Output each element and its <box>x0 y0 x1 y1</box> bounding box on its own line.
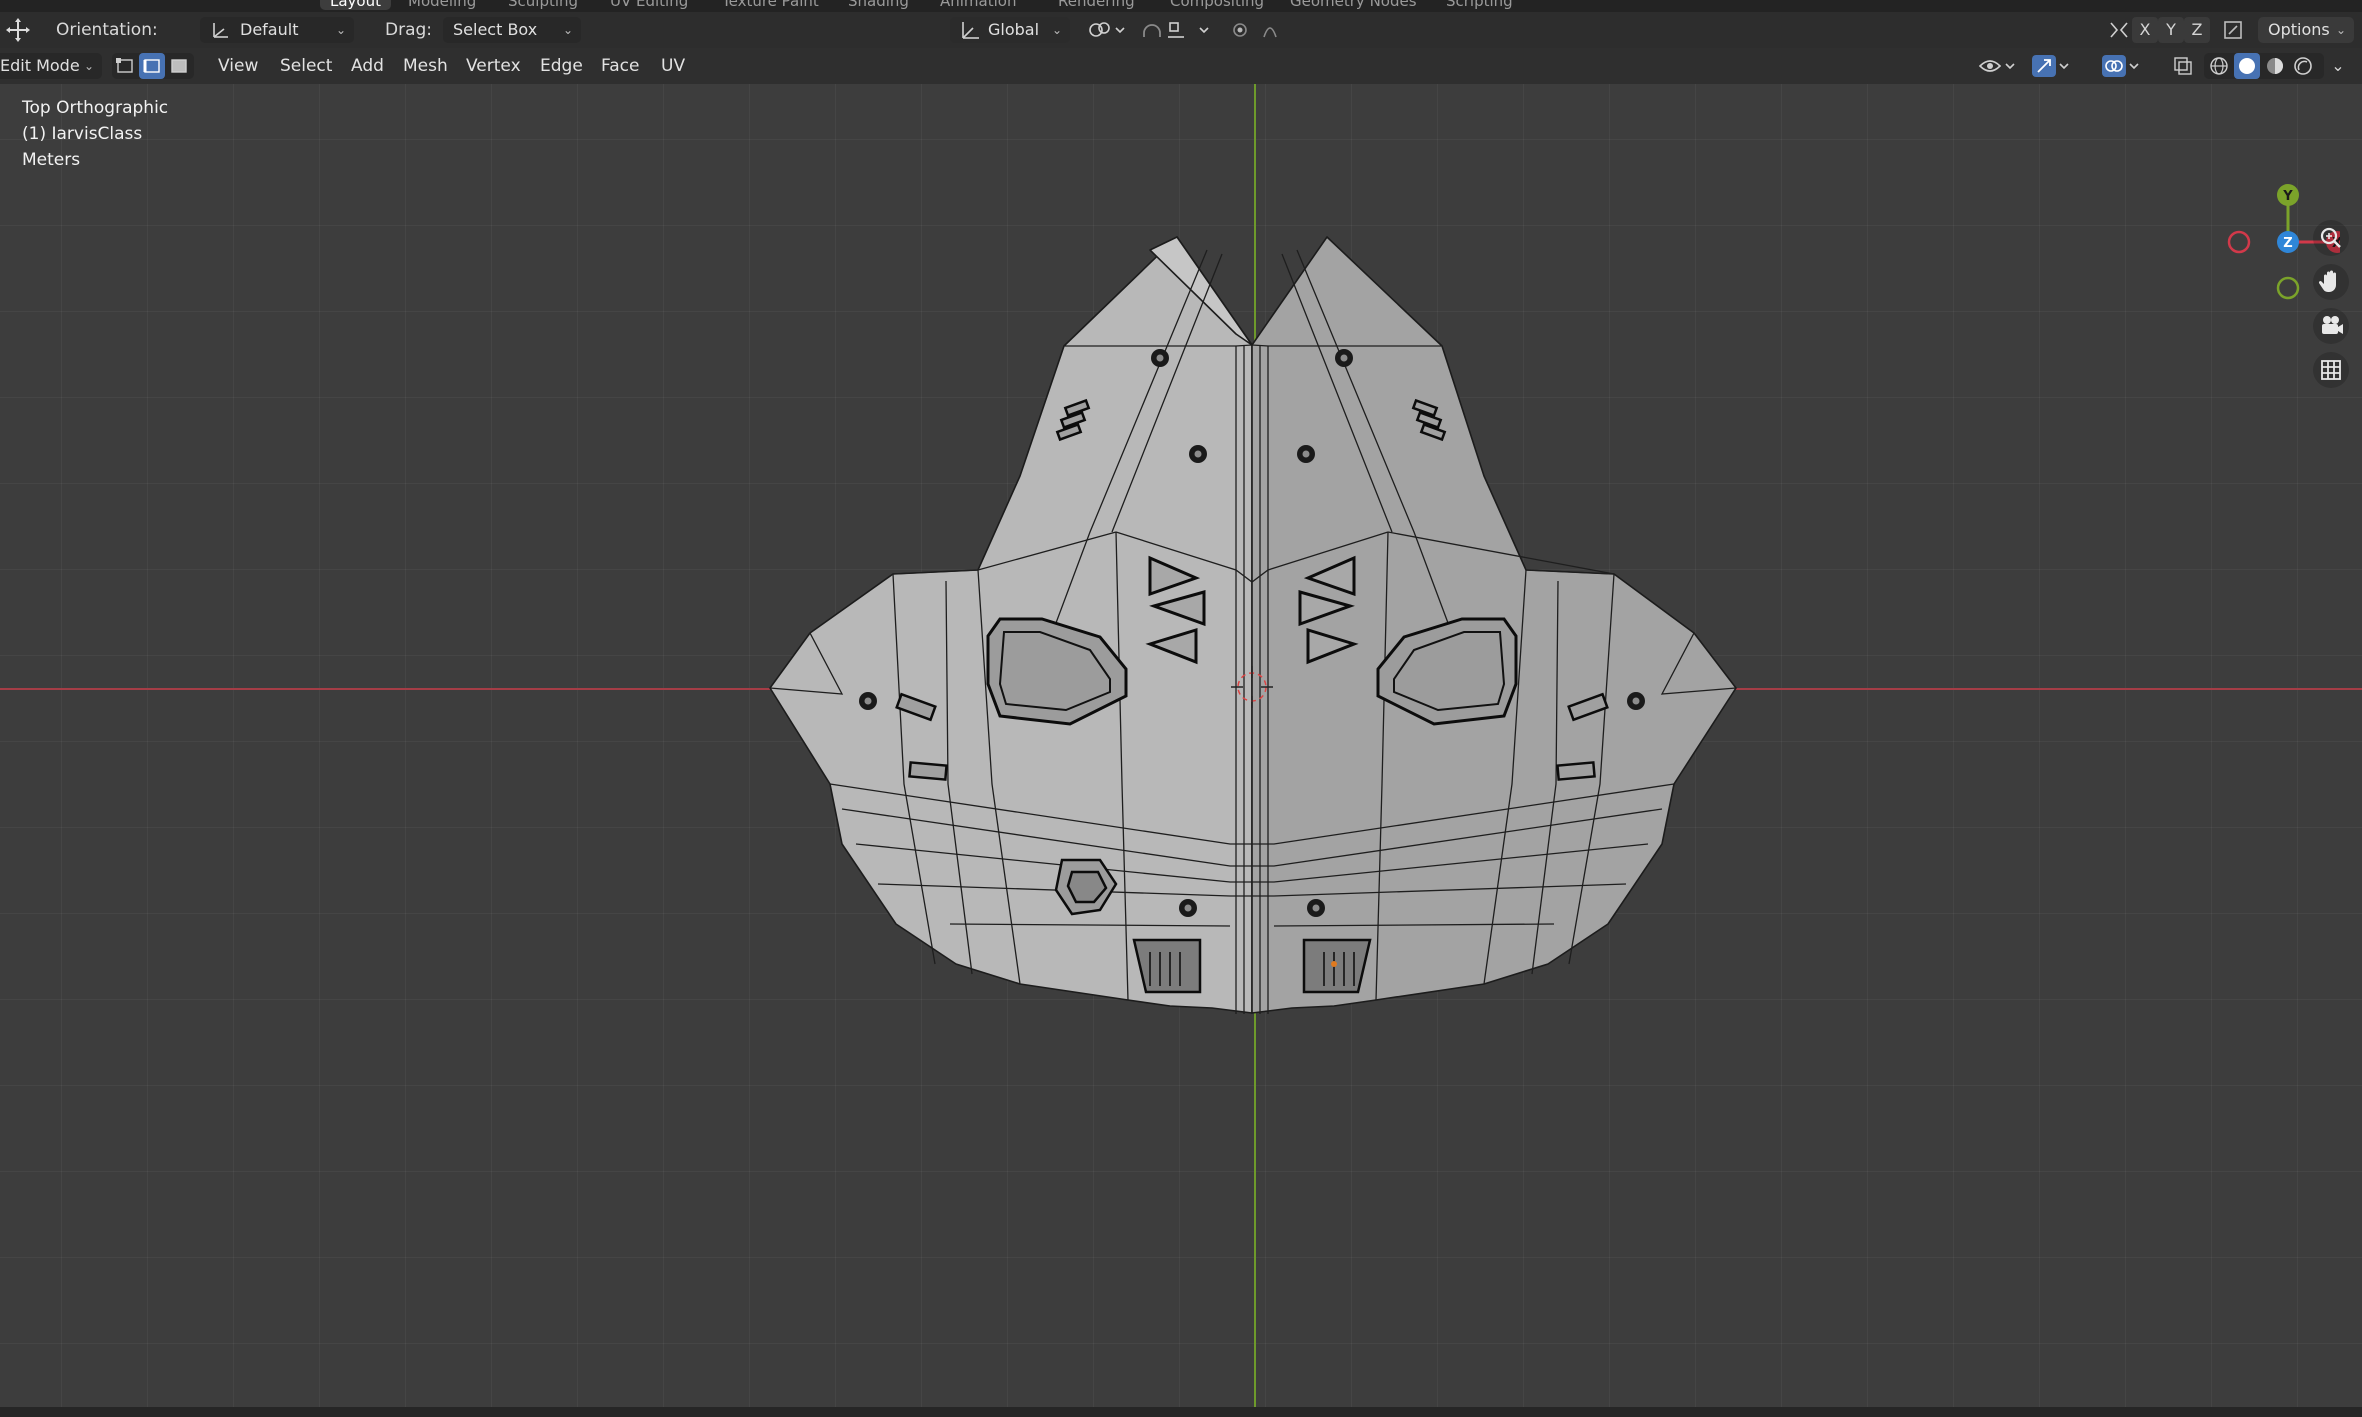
transform-orientation-value: Global <box>988 20 1040 39</box>
shading-material-icon[interactable] <box>2262 53 2288 79</box>
drag-dropdown[interactable]: Select Box ⌄ <box>443 17 581 43</box>
mirror-icon[interactable] <box>2106 17 2132 43</box>
menu-vertex[interactable]: Vertex <box>466 48 521 84</box>
menu-view[interactable]: View <box>218 48 258 84</box>
menu-select[interactable]: Select <box>280 48 332 84</box>
camera-icon[interactable] <box>2313 308 2349 344</box>
gizmo-y-label: Y <box>2282 189 2293 204</box>
move-icon[interactable] <box>2 17 34 43</box>
options-dropdown[interactable]: Options ⌄ <box>2258 17 2354 43</box>
mirror-z-toggle[interactable]: Z <box>2184 17 2210 43</box>
zoom-icon[interactable] <box>2313 220 2349 256</box>
hand-pan-icon[interactable] <box>2313 264 2349 300</box>
menu-face[interactable]: Face <box>601 48 639 84</box>
vertex-select-icon[interactable] <box>112 53 138 79</box>
eye-icon[interactable] <box>1976 53 2018 79</box>
mirror-y-toggle[interactable]: Y <box>2158 17 2184 43</box>
orientation-label: Orientation: <box>56 20 158 40</box>
edge-select-icon[interactable] <box>139 53 165 79</box>
drag-value: Select Box <box>453 20 538 39</box>
status-bar <box>0 1407 2362 1417</box>
shading-mode-group <box>2204 53 2324 79</box>
tab-uv-editing[interactable]: UV Editing <box>600 0 698 10</box>
chevron-down-icon: ⌄ <box>83 59 94 73</box>
transform-orientation-icon <box>958 17 982 51</box>
chevron-down-icon: ⌄ <box>2335 23 2346 37</box>
menu-edge[interactable]: Edge <box>540 48 583 84</box>
face-select-icon[interactable] <box>166 53 192 79</box>
chevron-down-icon: ⌄ <box>335 23 346 37</box>
menu-uv[interactable]: UV <box>661 48 685 84</box>
mirror-x-toggle[interactable]: X <box>2132 17 2158 43</box>
spaceship-mesh[interactable] <box>0 84 2362 1407</box>
options-label: Options <box>2268 20 2330 39</box>
orientation-dropdown[interactable]: Default ⌄ <box>200 17 354 43</box>
3d-viewport[interactable]: Top Orthographic (1) IarvisClass Meters <box>0 84 2362 1407</box>
shading-rendered-icon[interactable] <box>2290 53 2316 79</box>
transform-orientation-dropdown[interactable]: Global ⌄ <box>950 17 1070 43</box>
select-mode-group <box>112 53 194 79</box>
tab-sculpting[interactable]: Sculpting <box>498 0 588 10</box>
chevron-down-icon: ⌄ <box>562 23 573 37</box>
snap-toggle[interactable] <box>1138 17 1214 43</box>
orientation-value: Default <box>240 20 299 39</box>
tab-animation[interactable]: Animation <box>930 0 1026 10</box>
chevron-down-icon: ⌄ <box>1051 23 1062 37</box>
shading-wire-icon[interactable] <box>2206 53 2232 79</box>
tab-texture-paint[interactable]: Texture Paint <box>712 0 829 10</box>
tab-shading[interactable]: Shading <box>838 0 919 10</box>
tab-rendering[interactable]: Rendering <box>1048 0 1145 10</box>
chevron-down-icon[interactable]: ⌄ <box>2328 53 2348 79</box>
menu-mesh[interactable]: Mesh <box>403 48 448 84</box>
tool-header: Orientation: Default ⌄ Drag: Select Box … <box>0 12 2362 48</box>
tab-scripting[interactable]: Scripting <box>1436 0 1523 10</box>
menu-add[interactable]: Add <box>351 48 384 84</box>
gizmo-icon[interactable] <box>2030 53 2072 79</box>
auto-merge-icon[interactable] <box>2220 17 2246 43</box>
xray-icon[interactable] <box>2170 53 2196 79</box>
shading-solid-icon[interactable] <box>2234 53 2260 79</box>
tab-layout[interactable]: Layout <box>320 0 391 10</box>
mode-dropdown[interactable]: Edit Mode ⌄ <box>0 53 102 79</box>
grid-icon[interactable] <box>2313 352 2349 388</box>
drag-label: Drag: <box>385 20 433 40</box>
proportional-editing-toggle[interactable] <box>1226 17 1296 43</box>
mode-value: Edit Mode <box>0 56 80 75</box>
orientation-icon <box>210 17 232 51</box>
gizmo-z-label: Z <box>2283 236 2292 251</box>
tab-compositing[interactable]: Compositing <box>1160 0 1274 10</box>
workspace-tabs: Layout Modeling Sculpting UV Editing Tex… <box>0 0 2362 12</box>
tab-modeling[interactable]: Modeling <box>398 0 486 10</box>
tab-geometry-nodes[interactable]: Geometry Nodes <box>1280 0 1427 10</box>
overlay-icon[interactable] <box>2100 53 2142 79</box>
editor-header: Edit Mode ⌄ View Select Add Mesh Vertex … <box>0 48 2362 85</box>
pivot-point-button[interactable] <box>1084 17 1128 43</box>
